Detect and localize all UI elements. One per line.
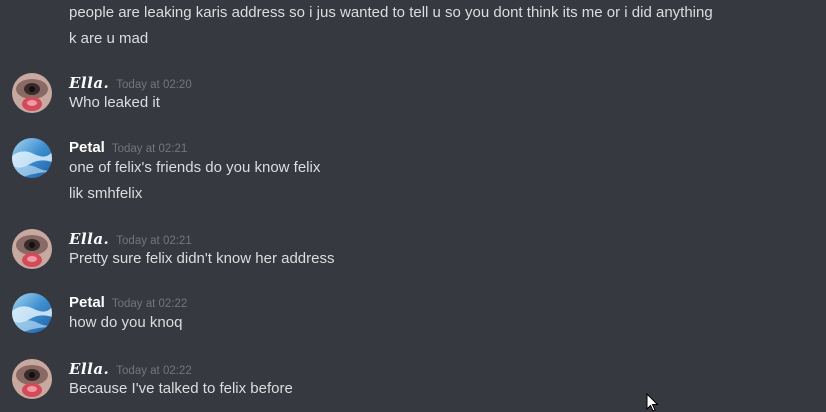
- avatar-petal[interactable]: [12, 138, 52, 178]
- chat-messages: people are leaking karis address so i ju…: [0, 0, 826, 412]
- message-header: Petal Today at 02:21: [69, 138, 187, 158]
- message-line: one of felix's friends do you know felix: [69, 159, 321, 176]
- message-header: 𝑬𝒍𝒍𝒂. Today at 02:22: [69, 359, 192, 379]
- message-line: how do you knoq: [69, 314, 183, 331]
- timestamp[interactable]: Today at 02:22: [116, 365, 191, 377]
- message-header: 𝑬𝒍𝒍𝒂. Today at 02:20: [69, 73, 192, 93]
- timestamp[interactable]: Today at 02:20: [116, 79, 191, 91]
- avatar-petal[interactable]: [12, 293, 52, 333]
- mouse-cursor-icon: [646, 392, 659, 412]
- avatar-ella[interactable]: [12, 229, 52, 269]
- username[interactable]: Petal: [69, 294, 105, 311]
- message-line: lik smhfelix: [69, 185, 143, 202]
- message-line: Pretty sure felix didn't know her addres…: [69, 250, 335, 267]
- avatar-ella[interactable]: [12, 359, 52, 399]
- username[interactable]: 𝑬𝒍𝒍𝒂.: [69, 74, 109, 92]
- timestamp[interactable]: Today at 02:21: [116, 235, 191, 247]
- message-line: people are leaking karis address so i ju…: [69, 4, 713, 21]
- message-line: k are u mad: [69, 30, 149, 47]
- username[interactable]: 𝑬𝒍𝒍𝒂.: [69, 360, 109, 378]
- message-line: Who leaked it: [69, 94, 160, 111]
- username[interactable]: Petal: [69, 139, 105, 156]
- avatar-ella[interactable]: [12, 73, 52, 113]
- message-header: 𝑬𝒍𝒍𝒂. Today at 02:21: [69, 229, 192, 249]
- message-header: Petal Today at 02:22: [69, 293, 187, 313]
- message-line: Because I've talked to felix before: [69, 380, 293, 397]
- username[interactable]: 𝑬𝒍𝒍𝒂.: [69, 230, 109, 248]
- timestamp[interactable]: Today at 02:22: [112, 298, 187, 310]
- timestamp[interactable]: Today at 02:21: [112, 143, 187, 155]
